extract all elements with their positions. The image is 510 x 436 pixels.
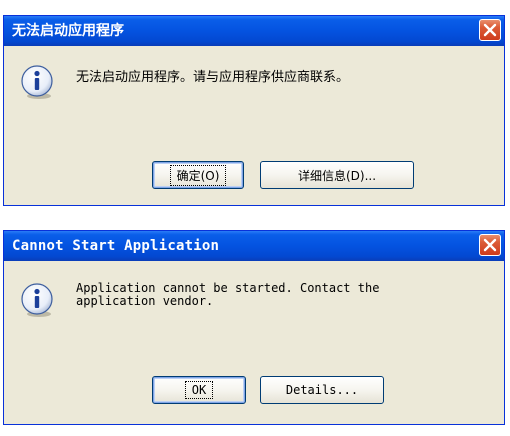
close-icon [483,238,497,252]
dialog-message: Application cannot be started. Contact t… [76,281,380,308]
details-button-label: 详细信息(D)... [297,168,377,183]
details-button-label: Details... [285,383,359,397]
close-icon [483,23,497,37]
details-button[interactable]: 详细信息(D)... [260,161,414,189]
info-icon [21,283,53,317]
dialog-cannot-start-cn: 无法启动应用程序 无法启动应用程序。请与应用程序供应商联系。 确定(O) 详细信… [3,15,505,206]
title-bar[interactable]: Cannot Start Application [4,231,504,261]
close-button[interactable] [479,234,501,256]
dialog-message: 无法启动应用程序。请与应用程序供应商联系。 [76,70,350,85]
info-icon [21,65,53,99]
ok-button[interactable]: OK [152,376,246,404]
dialog-cannot-start-en: Cannot Start Application Application can… [3,230,505,425]
dialog-title: Cannot Start Application [12,238,220,254]
dialog-title: 无法启动应用程序 [12,23,124,39]
title-bar[interactable]: 无法启动应用程序 [4,16,504,46]
ok-button-label: 确定(O) [169,164,227,186]
details-button[interactable]: Details... [260,376,384,404]
ok-button-label: OK [184,381,214,399]
ok-button[interactable]: 确定(O) [152,161,244,189]
close-button[interactable] [479,19,501,41]
